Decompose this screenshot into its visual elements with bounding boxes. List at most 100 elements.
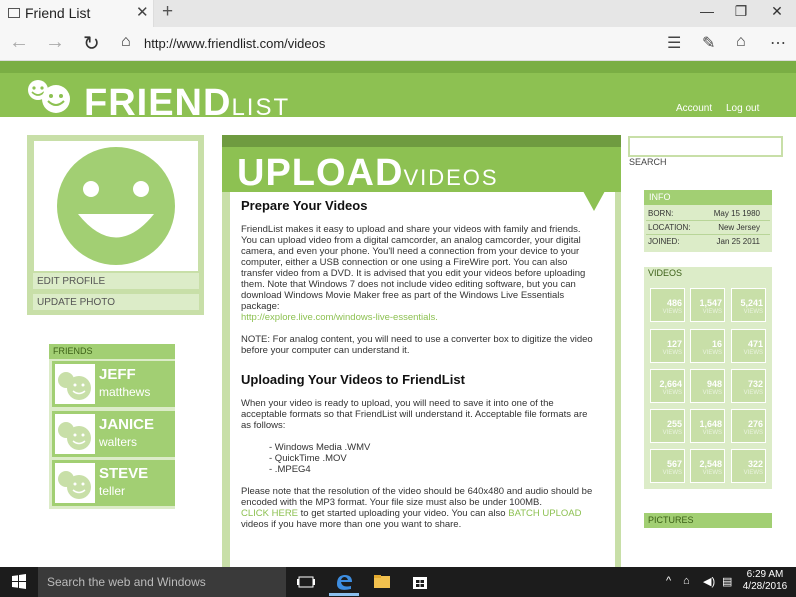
video-thumbnail[interactable]: 255 VIEWS <box>650 409 685 443</box>
minimize-icon[interactable]: — <box>697 3 717 19</box>
video-thumbnail[interactable]: 322 VIEWS <box>731 449 766 483</box>
tab-title: Friend List <box>25 5 91 21</box>
batch-upload-link[interactable]: BATCH UPLOAD <box>508 508 581 519</box>
friend-first-name: JEFF <box>99 366 136 383</box>
friend-faces-icon <box>58 372 91 400</box>
edit-profile-link[interactable]: EDIT PROFILE <box>33 273 199 289</box>
click-here-link[interactable]: CLICK HERE <box>241 508 298 519</box>
info-value: Jan 25 2011 <box>716 237 760 246</box>
video-view-count: 127 <box>666 339 682 349</box>
show-hidden-icons-icon[interactable]: ^ <box>666 575 671 587</box>
friend-avatar <box>55 463 95 503</box>
video-thumbnail[interactable]: 948 VIEWS <box>690 369 725 403</box>
views-label: VIEWS <box>702 470 722 476</box>
info-row-born: BORN: May 15 1980 <box>648 209 764 218</box>
friend-last-name: teller <box>99 484 126 498</box>
friend-first-name: JANICE <box>99 416 155 433</box>
views-label: VIEWS <box>743 470 763 476</box>
logout-link[interactable]: Log out <box>726 103 759 114</box>
file-explorer-icon[interactable] <box>364 567 400 597</box>
info-row-location: LOCATION: New Jersey <box>648 223 764 232</box>
friend-jeff[interactable]: JEFF matthews <box>52 361 175 407</box>
views-label: VIEWS <box>662 430 682 436</box>
views-label: VIEWS <box>702 390 722 396</box>
video-thumbnail[interactable]: 471 VIEWS <box>731 329 766 363</box>
restore-icon[interactable]: ❐ <box>731 3 751 20</box>
friend-faces-icon <box>58 471 91 499</box>
info-value: May 15 1980 <box>713 209 760 218</box>
task-view-icon[interactable] <box>288 567 324 597</box>
views-label: VIEWS <box>662 309 682 315</box>
live-essentials-link[interactable]: http://explore.live.com/windows-live-ess… <box>241 312 438 323</box>
views-label: VIEWS <box>743 430 763 436</box>
pictures-title[interactable]: PICTURES <box>644 513 772 528</box>
info-title: INFO <box>644 190 772 205</box>
site-logo[interactable]: FRIENDLIST <box>84 82 290 125</box>
videos-title: VIDEOS <box>648 268 683 278</box>
friend-faces-icon <box>58 422 91 450</box>
video-view-count: 322 <box>747 459 763 469</box>
friend-janice[interactable]: JANICE walters <box>52 411 175 457</box>
account-link[interactable]: Account <box>676 103 712 114</box>
address-bar: ← → ↻ ⌂ http://www.friendlist.com/videos… <box>0 27 796 61</box>
video-thumbnail[interactable]: 2,548 VIEWS <box>690 449 725 483</box>
more-icon[interactable]: ⋯ <box>770 33 786 53</box>
search-input[interactable] <box>628 136 783 157</box>
page-title: UPLOADVIDEOS <box>237 152 499 195</box>
url-field[interactable]: http://www.friendlist.com/videos <box>144 36 325 51</box>
video-thumbnail[interactable]: 486 VIEWS <box>650 288 685 322</box>
clock-time: 6:29 AM <box>746 569 784 580</box>
taskbar-search[interactable]: Search the web and Windows <box>38 567 286 597</box>
smiley-avatar-icon <box>57 147 175 265</box>
video-thumbnail[interactable]: 276 VIEWS <box>731 409 766 443</box>
video-thumbnail[interactable]: 1,648 VIEWS <box>690 409 725 443</box>
video-thumbnail[interactable]: 1,547 VIEWS <box>690 288 725 322</box>
uploading-paragraph: When your video is ready to upload, you … <box>241 398 588 431</box>
views-label: VIEWS <box>743 350 763 356</box>
views-label: VIEWS <box>662 470 682 476</box>
video-view-count: 16 <box>711 339 722 349</box>
video-thumbnail[interactable]: 16 VIEWS <box>690 329 725 363</box>
share-icon[interactable]: ⌂ <box>736 33 746 51</box>
video-thumbnail[interactable]: 2,664 VIEWS <box>650 369 685 403</box>
close-tab-icon[interactable]: ✕ <box>136 3 149 21</box>
friend-last-name: matthews <box>99 385 151 399</box>
banner-stripe <box>222 135 621 147</box>
browser-tab[interactable]: Friend List ✕ <box>0 0 154 27</box>
prepare-text: FriendList makes it easy to upload and s… <box>241 224 586 312</box>
new-tab-icon[interactable]: + <box>162 1 173 23</box>
note-paragraph: NOTE: For analog content, you will need … <box>241 334 593 356</box>
upload-instructions: Prepare Your Videos FriendList makes it … <box>241 198 593 541</box>
video-view-count: 255 <box>666 419 682 429</box>
video-thumbnail[interactable]: 567 VIEWS <box>650 449 685 483</box>
video-thumbnail[interactable]: 127 VIEWS <box>650 329 685 363</box>
back-icon[interactable]: ← <box>9 31 29 54</box>
windows-start-icon[interactable] <box>0 567 38 597</box>
video-view-count: 471 <box>747 339 763 349</box>
account-pointer-icon <box>687 117 697 123</box>
divider <box>646 220 770 221</box>
video-thumbnail[interactable]: 5,241 VIEWS <box>731 288 766 322</box>
clock[interactable]: 6:29 AM 4/28/2016 <box>742 569 788 593</box>
store-icon[interactable] <box>402 567 438 597</box>
update-photo-link[interactable]: UPDATE PHOTO <box>33 294 199 310</box>
prepare-paragraph: FriendList makes it easy to upload and s… <box>241 224 593 323</box>
views-label: VIEWS <box>702 350 722 356</box>
notifications-icon[interactable]: ▤ <box>722 575 732 588</box>
info-label: JOINED: <box>648 237 680 246</box>
format-item: - QuickTime .MOV <box>269 453 347 464</box>
refresh-icon[interactable]: ↻ <box>83 31 100 56</box>
home-icon[interactable]: ⌂ <box>121 33 131 51</box>
friend-first-name: STEVE <box>99 465 149 482</box>
friend-steve[interactable]: STEVE teller <box>52 460 175 506</box>
forward-icon[interactable]: → <box>45 31 65 54</box>
friends-title: FRIENDS <box>49 344 175 359</box>
web-note-icon[interactable]: ✎ <box>702 33 715 53</box>
close-window-icon[interactable]: ✕ <box>767 3 787 20</box>
video-thumbnail[interactable]: 732 VIEWS <box>731 369 766 403</box>
logo-bold: FRIEND <box>84 82 232 124</box>
network-icon[interactable]: ⌂ <box>683 575 690 587</box>
resolution-text: Please note that the resolution of the v… <box>241 486 593 508</box>
volume-icon[interactable]: ◀) <box>703 575 715 588</box>
reading-view-icon[interactable]: ☰ <box>667 33 681 53</box>
